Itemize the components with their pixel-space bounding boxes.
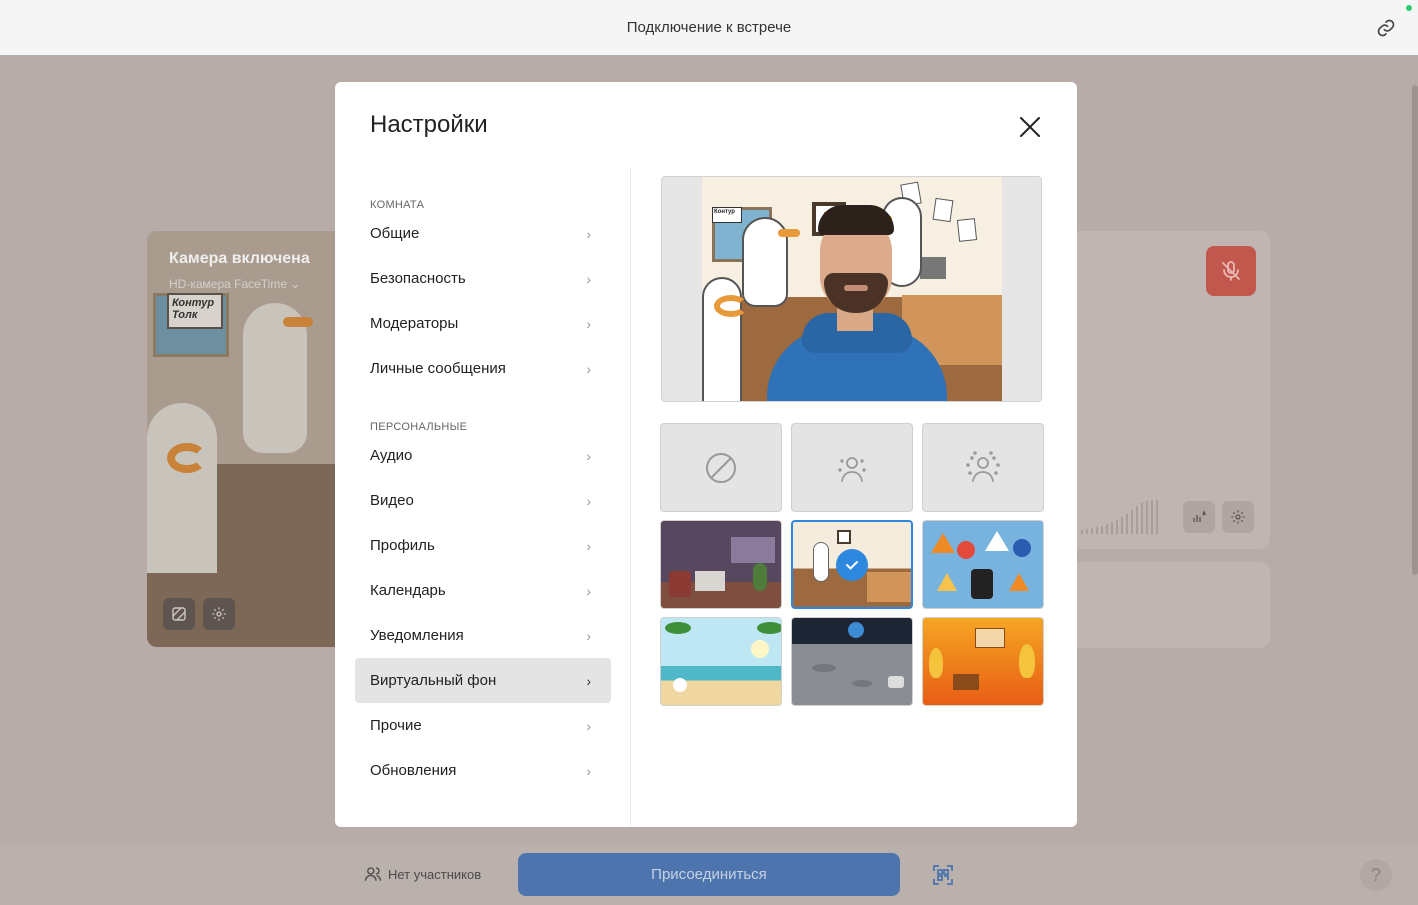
nav-item-other[interactable]: Прочие › (355, 703, 611, 748)
nav-item-label: Прочие (370, 717, 422, 734)
background-option-office[interactable] (791, 520, 913, 609)
copy-link-button[interactable] (1374, 16, 1398, 40)
nav-item-label: Общие (370, 225, 420, 242)
top-bar: Подключение к встрече (0, 0, 1418, 55)
audio-settings-button[interactable] (1222, 501, 1254, 533)
page-title: Подключение к встрече (626, 19, 792, 36)
camera-preview-card: Контур Толк Камера включена HD-камера Fa… (147, 231, 347, 647)
nav-item-virtual-background[interactable]: Виртуальный фон › (355, 658, 611, 703)
close-icon (1020, 117, 1040, 137)
background-options-grid (660, 423, 1045, 706)
chevron-right-icon: › (586, 762, 591, 779)
chevron-right-icon: › (586, 270, 591, 287)
nav-item-label: Аудио (370, 447, 413, 464)
chevron-right-icon: › (586, 672, 591, 689)
mic-off-icon (1222, 261, 1240, 281)
qr-code-button[interactable] (931, 863, 955, 887)
background-option-road-signs[interactable] (922, 520, 1044, 609)
chevron-right-icon: › (586, 717, 591, 734)
nav-item-profile[interactable]: Профиль › (355, 523, 611, 568)
nav-item-label: Виртуальный фон (370, 672, 497, 689)
nav-item-calendar[interactable]: Календарь › (355, 568, 611, 613)
help-button[interactable]: ? (1360, 859, 1392, 891)
chevron-right-icon: › (586, 537, 591, 554)
scrollbar[interactable] (1412, 85, 1418, 575)
chevron-right-icon: › (586, 225, 591, 242)
camera-status-title: Камера включена (169, 250, 310, 267)
join-button[interactable]: Присоединиться (518, 853, 900, 896)
nav-item-label: Личные сообщения (370, 360, 506, 377)
background-option-moon[interactable] (791, 617, 913, 706)
camera-device-name: HD-камера FaceTime (169, 277, 288, 291)
background-option-room[interactable] (660, 520, 782, 609)
camera-scene-gull (243, 303, 313, 453)
background-option-blur-light[interactable] (791, 423, 913, 512)
chevron-right-icon: › (586, 360, 591, 377)
noise-suppression-button[interactable] (1183, 501, 1215, 533)
online-status-dot (1406, 5, 1412, 11)
blur-person-strong-icon (966, 450, 1000, 482)
video-preview: Контур (661, 176, 1042, 402)
camera-device-select[interactable]: HD-камера FaceTime ⌄ (169, 277, 300, 291)
nav-item-label: Модераторы (370, 315, 459, 332)
background-option-blur-strong[interactable] (922, 423, 1044, 512)
participants-button[interactable]: Нет участников (364, 865, 481, 883)
modal-title: Настройки (370, 111, 488, 138)
settings-nav: КОМНАТА Общие › Безопасность › Модераторы ›… (355, 187, 611, 793)
background-option-fire[interactable] (922, 617, 1044, 706)
nav-item-label: Видео (370, 492, 414, 509)
link-icon (1377, 19, 1395, 37)
nav-item-label: Обновления (370, 762, 457, 779)
section-label-personal: ПЕРСОНАЛЬНЫЕ (370, 421, 468, 433)
nav-item-label: Уведомления (370, 627, 464, 644)
nav-item-moderators[interactable]: Модераторы › (355, 301, 611, 346)
blur-person-icon (838, 456, 866, 482)
audio-enhance-icon (1193, 510, 1206, 522)
nav-item-label: Профиль (370, 537, 435, 554)
no-background-icon (706, 452, 736, 483)
selected-check-icon (836, 548, 868, 581)
virtual-background-scene: Контур (702, 177, 1002, 401)
qr-scan-icon (933, 865, 953, 885)
scene-sign: Контур (712, 207, 742, 223)
chevron-right-icon: › (586, 447, 591, 464)
background-icon (172, 607, 186, 621)
secondary-panel (1077, 562, 1270, 648)
gear-icon (1231, 510, 1245, 524)
nav-item-video[interactable]: Видео › (355, 478, 611, 523)
bottom-bar: Нет участников Присоединиться ? (0, 843, 1418, 905)
chevron-right-icon: › (586, 582, 591, 599)
mic-toggle-button[interactable] (1206, 246, 1256, 296)
chevron-down-icon: ⌄ (290, 277, 301, 291)
gear-icon (212, 607, 226, 621)
nav-item-notifications[interactable]: Уведомления › (355, 613, 611, 658)
nav-divider (630, 168, 631, 827)
users-icon (364, 867, 382, 881)
close-button[interactable] (1015, 112, 1045, 142)
background-option-none[interactable] (660, 423, 782, 512)
chevron-right-icon: › (586, 492, 591, 509)
background-option-beach[interactable] (660, 617, 782, 706)
nav-item-label: Календарь (370, 582, 446, 599)
nav-item-updates[interactable]: Обновления › (355, 748, 611, 793)
nav-item-audio[interactable]: Аудио › (355, 433, 611, 478)
camera-scene-gull (147, 403, 217, 573)
settings-modal: Настройки КОМНАТА Общие › Безопасность › М… (335, 82, 1077, 827)
nav-item-label: Безопасность (370, 270, 466, 287)
camera-settings-button[interactable] (203, 598, 235, 630)
chevron-right-icon: › (586, 627, 591, 644)
nav-item-security[interactable]: Безопасность › (355, 256, 611, 301)
audio-panel (1077, 231, 1270, 549)
nav-item-general[interactable]: Общие › (355, 211, 611, 256)
chevron-right-icon: › (586, 315, 591, 332)
audio-level-meter (1077, 496, 1177, 534)
participants-label: Нет участников (388, 866, 482, 882)
camera-scene-sign: Контур Толк (167, 293, 223, 329)
nav-item-private-messages[interactable]: Личные сообщения › (355, 346, 611, 391)
section-label-room: КОМНАТА (370, 199, 425, 211)
background-toggle-button[interactable] (163, 598, 195, 630)
